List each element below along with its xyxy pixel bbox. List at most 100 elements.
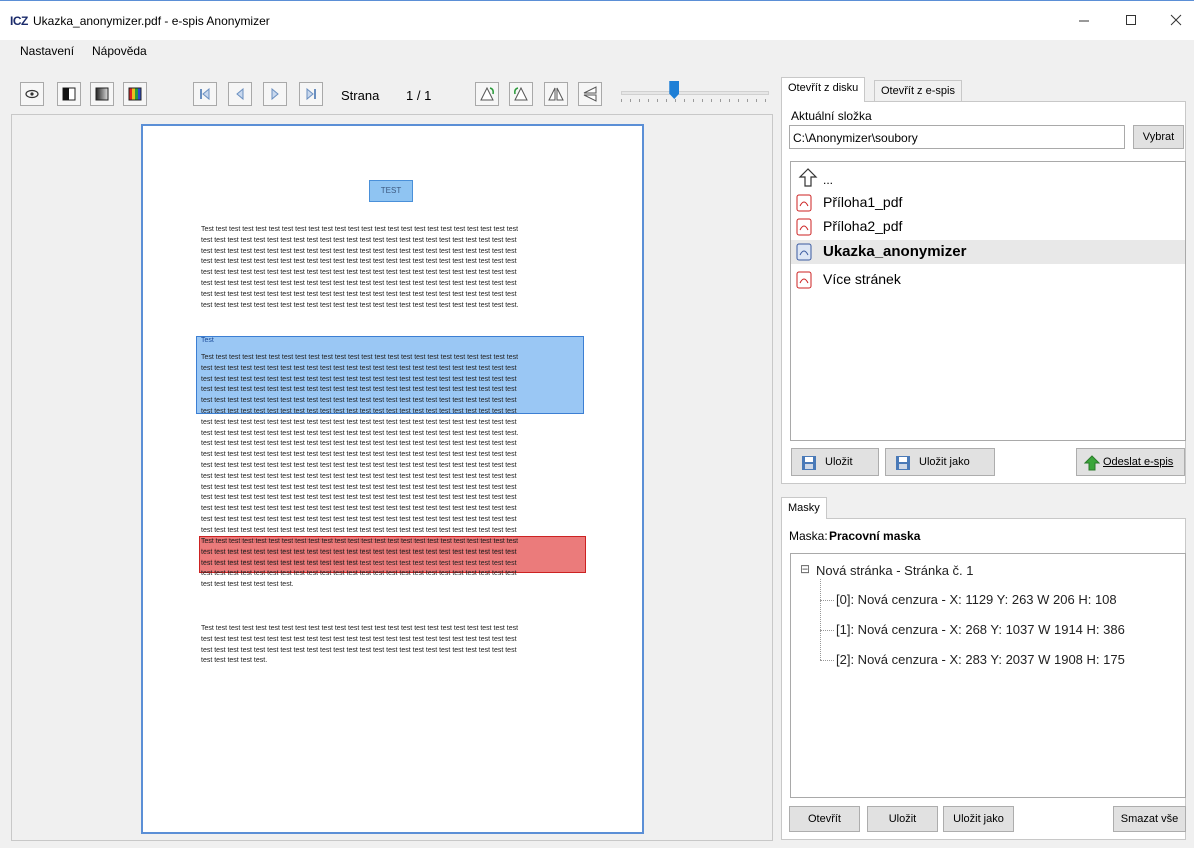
document-line: test test test test test test test test …: [201, 397, 517, 405]
folder-up-icon: [797, 167, 819, 189]
document-line: test test test test test test test test …: [201, 440, 517, 448]
save-button[interactable]: Uložit: [791, 448, 879, 476]
mask-label: Maska:: [789, 529, 828, 543]
send-espis-button[interactable]: Odeslat e-spis: [1076, 448, 1185, 476]
prev-page-icon[interactable]: [228, 82, 252, 106]
floppy-icon: [801, 455, 817, 471]
floppy-icon: [895, 455, 911, 471]
file-item[interactable]: Příloha1_pdf: [791, 191, 1185, 215]
folder-label: Aktuální složka: [791, 109, 872, 123]
document-line: test test test test test test test test …: [201, 472, 517, 480]
document-line: test test test test test test test test …: [201, 461, 517, 469]
document-line: test test test test test test test test …: [201, 548, 517, 556]
send-espis-button-label: Odeslat e-spis: [1103, 456, 1174, 468]
close-icon[interactable]: [1168, 12, 1184, 28]
folder-up-item[interactable]: ...: [791, 167, 1185, 191]
folder-up-label: ...: [823, 173, 834, 187]
document-line: test test test test test test test test …: [201, 258, 517, 266]
tree-item-censor[interactable]: [1]: Nová cenzura - X: 268 Y: 1037 W 191…: [836, 622, 1125, 637]
app-logo: ICZ: [10, 14, 28, 28]
next-page-icon[interactable]: [263, 82, 287, 106]
window-title: Ukazka_anonymizer.pdf - e-spis Anonymize…: [33, 14, 270, 28]
page-label: Strana: [341, 88, 380, 103]
tree-item-censor[interactable]: [2]: Nová cenzura - X: 283 Y: 2037 W 190…: [836, 652, 1125, 667]
maximize-icon[interactable]: [1123, 12, 1139, 28]
tree-root-node[interactable]: Nová stránka - Stránka č. 1: [816, 563, 974, 578]
document-line: test test test test test test test test …: [201, 407, 517, 415]
menu-nastaveni[interactable]: Nastavení: [20, 44, 74, 58]
pdf-file-icon: [796, 243, 812, 261]
color-icon[interactable]: [123, 82, 147, 106]
flip-horizontal-icon[interactable]: [544, 82, 568, 106]
open-mask-button[interactable]: Otevřít: [789, 806, 860, 832]
flip-vertical-icon[interactable]: [578, 82, 602, 106]
tab-open-from-espis[interactable]: Otevřít z e-spis: [874, 80, 962, 102]
document-line: test test test test test test test test …: [201, 559, 517, 567]
document-line: test test test test test test test test …: [201, 301, 519, 309]
document-line: test test test test test test test test …: [201, 515, 517, 523]
browse-button[interactable]: Vybrat: [1133, 125, 1184, 149]
tree-item-censor[interactable]: [0]: Nová cenzura - X: 1129 Y: 263 W 206…: [836, 592, 1117, 607]
header-box: TEST: [369, 180, 413, 202]
rotate-right-icon[interactable]: [509, 82, 533, 106]
file-item[interactable]: Příloha2_pdf: [791, 215, 1185, 239]
document-line: test test test test test test test test …: [201, 451, 517, 459]
page-indicator: 1 / 1: [406, 88, 432, 103]
file-name: Ukazka_anonymizer: [823, 243, 967, 260]
minimize-icon[interactable]: [1076, 12, 1092, 28]
save-mask-button[interactable]: Uložit: [867, 806, 938, 832]
document-line: test test test test test test test test …: [201, 429, 519, 437]
document-paragraph-1: Test test test test test test test test …: [201, 225, 595, 311]
document-line: Test test test test test test test test …: [201, 354, 519, 361]
document-line: test test test test test test test test …: [201, 646, 517, 654]
document-line: Test test test test test test test test …: [201, 226, 519, 233]
file-item-selected[interactable]: Ukazka_anonymizer: [791, 240, 1185, 264]
rotate-left-icon[interactable]: [475, 82, 499, 106]
first-page-icon[interactable]: [193, 82, 217, 106]
file-name: Příloha2_pdf: [823, 218, 903, 234]
pdf-file-icon: [796, 194, 812, 212]
document-line: test test test test test test test test …: [201, 290, 517, 298]
document-line: test test test test test test test.: [201, 581, 294, 589]
folder-path-input[interactable]: C:\Anonymizer\soubory: [789, 125, 1125, 149]
document-line: Test test test test test test test test …: [201, 538, 519, 545]
upload-arrow-icon: [1083, 455, 1101, 471]
save-mask-as-button[interactable]: Uložit jako: [943, 806, 1014, 832]
pdf-file-icon: [796, 218, 812, 236]
document-line: test test test test test test test test …: [201, 494, 517, 502]
grayscale-icon[interactable]: [90, 82, 114, 106]
tab-masks[interactable]: Masky: [781, 497, 827, 519]
menu-napoveda[interactable]: Nápověda: [92, 44, 147, 58]
file-item[interactable]: Více stránek: [791, 268, 1185, 292]
zoom-slider-track[interactable]: [621, 91, 769, 95]
mask-tree[interactable]: [790, 553, 1186, 798]
document-line: test test test test test test test test …: [201, 526, 517, 534]
delete-all-button[interactable]: Smazat vše: [1113, 806, 1186, 832]
black-white-icon[interactable]: [57, 82, 81, 106]
tree-connector: [820, 660, 834, 661]
last-page-icon[interactable]: [299, 82, 323, 106]
tree-connector: [820, 630, 834, 631]
pdf-file-icon: [796, 271, 812, 289]
document-line: test test test test test test test test …: [201, 570, 517, 578]
save-as-button-label: Uložit jako: [919, 456, 970, 468]
zoom-slider-ticks: [621, 99, 769, 102]
tab-open-from-disk[interactable]: Otevřít z disku: [781, 77, 866, 102]
eye-icon[interactable]: [20, 82, 44, 106]
document-line: test test test test test test test test …: [201, 418, 517, 426]
document-line: test test test test test test test test …: [201, 279, 517, 287]
document-line: Test test test test test test test test …: [201, 625, 519, 632]
tree-connector: [820, 579, 821, 660]
file-name: Více stránek: [823, 271, 901, 287]
document-line: test test test test test test test test …: [201, 505, 517, 513]
document-line: test test test test test test test test …: [201, 236, 517, 244]
document-line: test test test test test test test test …: [201, 386, 517, 394]
tree-collapse-icon[interactable]: ⊟: [800, 562, 810, 576]
document-paragraph-3: Test test test test test test test test …: [201, 537, 595, 591]
document-line: test test test test test test test test …: [201, 483, 517, 491]
document-line: test test test test test.: [201, 657, 268, 665]
document-line: test test test test test test test test …: [201, 269, 517, 277]
document-line: test test test test test test test test …: [201, 247, 517, 255]
save-as-button[interactable]: Uložit jako: [885, 448, 995, 476]
save-button-label: Uložit: [825, 456, 853, 468]
